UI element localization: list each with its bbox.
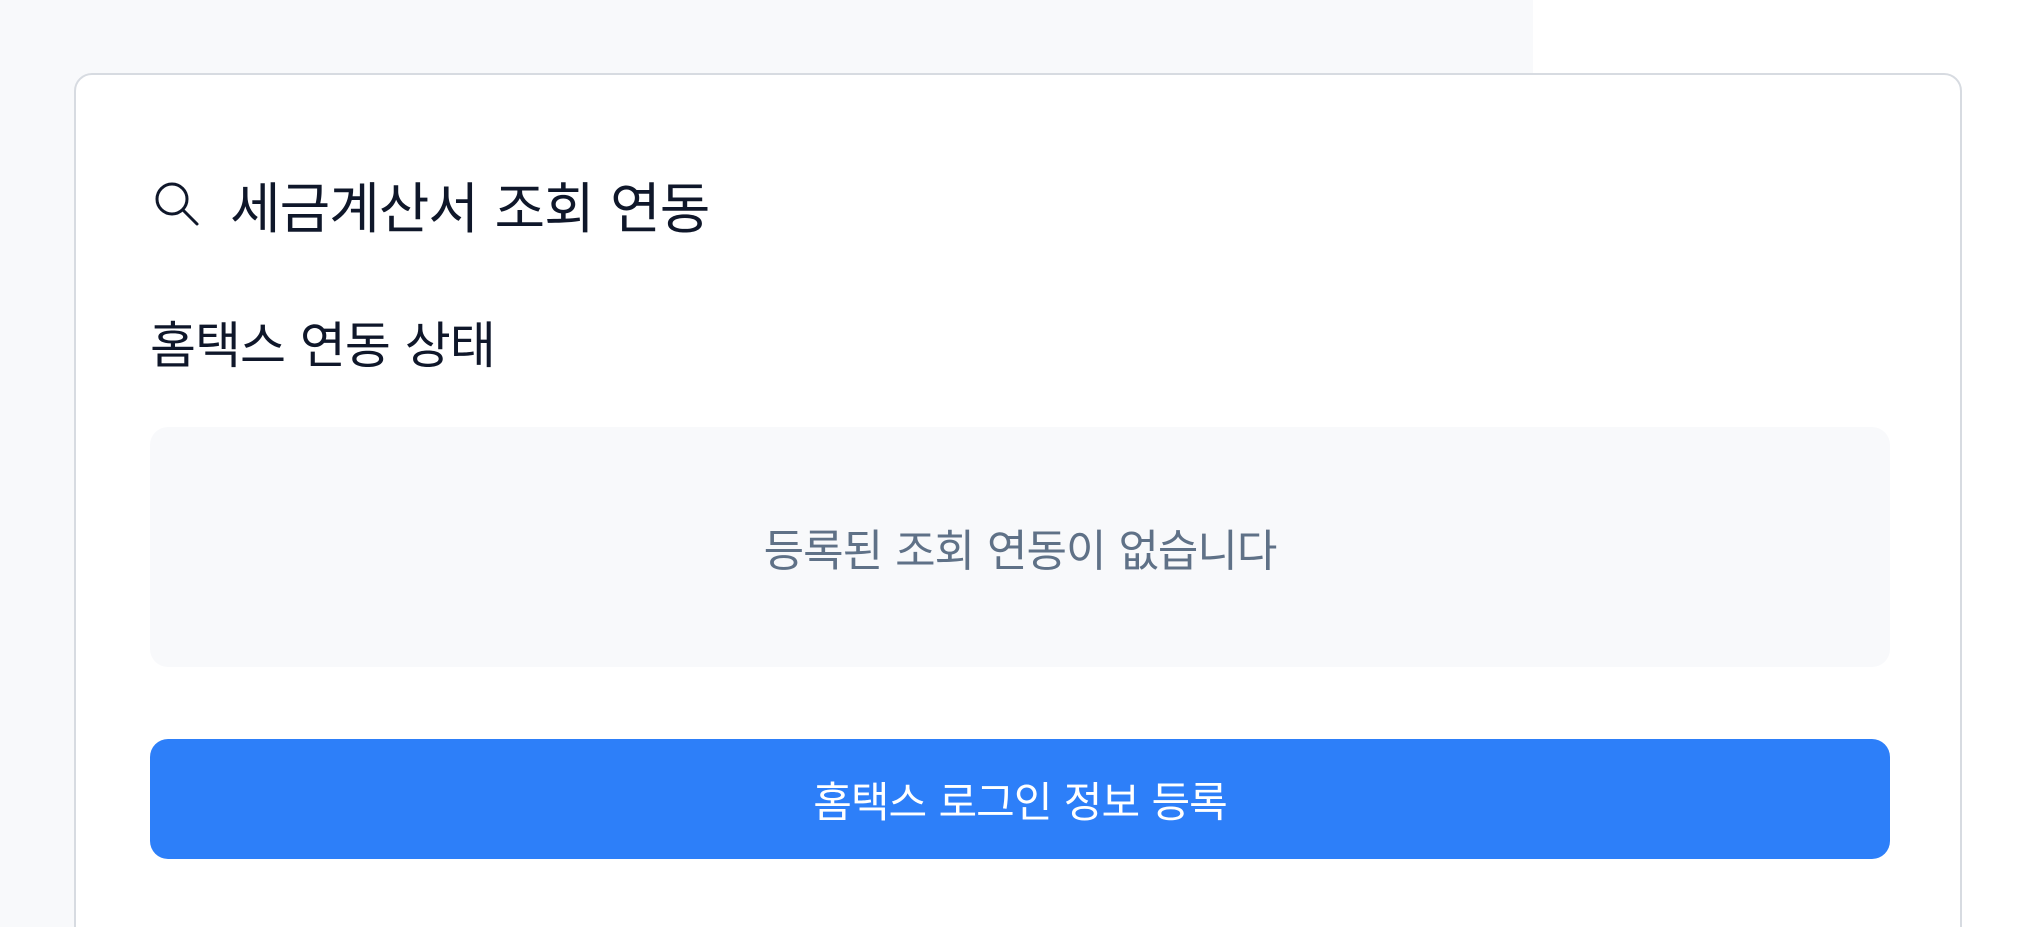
empty-state-message: 등록된 조회 연동이 없습니다	[763, 526, 1278, 577]
empty-state-panel: 등록된 조회 연동이 없습니다	[150, 427, 1890, 667]
card-title: 세금계산서 조회 연동	[230, 177, 710, 241]
page: 세금계산서 조회 연동 홈택스 연동 상태 등록된 조회 연동이 없습니다 홈택…	[0, 0, 2028, 927]
card-title-row: 세금계산서 조회 연동	[150, 166, 710, 242]
hometax-status-title: 홈택스 연동 상태	[150, 317, 496, 375]
search-icon	[155, 182, 199, 226]
tax-invoice-inquiry-card: 세금계산서 조회 연동 홈택스 연동 상태 등록된 조회 연동이 없습니다 홈택…	[74, 73, 1962, 927]
register-hometax-login-button[interactable]: 홈택스 로그인 정보 등록	[150, 739, 1890, 859]
